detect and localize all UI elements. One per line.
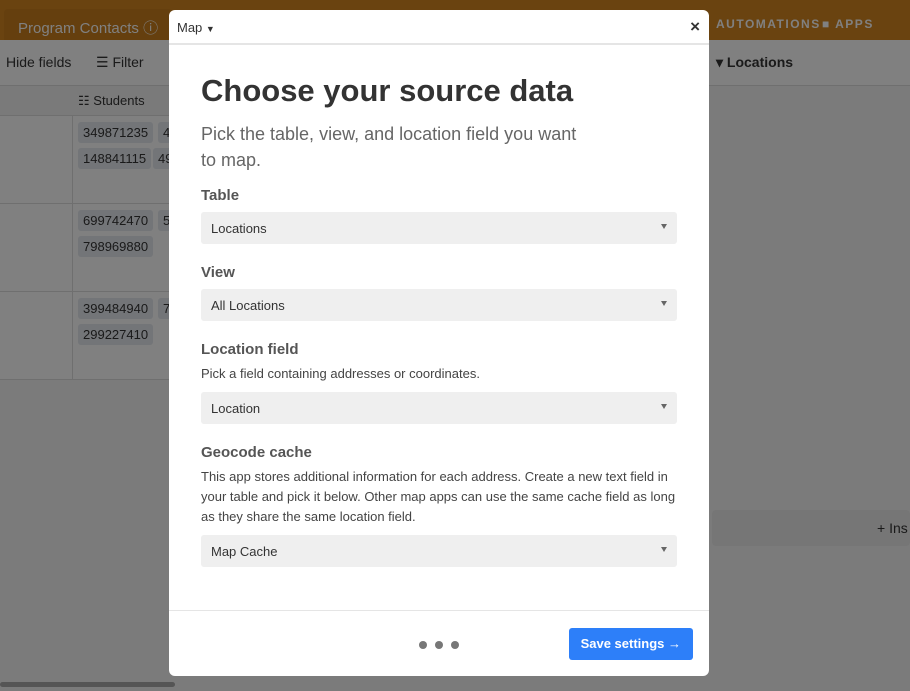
locations-label: Locations xyxy=(726,54,794,70)
filter-icon: ☰ xyxy=(96,54,113,70)
nav-apps[interactable]: ■ APPS xyxy=(822,17,874,31)
step-dot xyxy=(451,641,459,649)
caret-down-icon xyxy=(661,224,667,229)
horizontal-scrollbar[interactable] xyxy=(0,682,175,687)
caret-down-icon: ▼ xyxy=(205,24,215,34)
caret-down-icon xyxy=(661,301,667,306)
step-dot xyxy=(419,641,427,649)
geocode-cache-hint: This app stores additional information f… xyxy=(201,469,676,524)
location-field-label: Location field xyxy=(201,341,299,358)
table-tab[interactable]: Program Contacts ⓘ xyxy=(4,9,173,40)
save-settings-button[interactable]: Save settings → xyxy=(568,628,693,660)
record-chip[interactable]: 798969880 xyxy=(78,236,154,257)
column-header-students[interactable]: ☷ Students xyxy=(78,93,145,109)
view-label: View xyxy=(201,264,235,281)
location-field-hint: Pick a field containing addresses or coo… xyxy=(201,366,480,381)
info-icon: ⓘ xyxy=(143,20,159,37)
caret-down-icon xyxy=(661,404,667,409)
geocode-cache-select[interactable]: Map Cache xyxy=(201,535,677,567)
apps-icon: ■ xyxy=(822,17,836,31)
app-name: Map xyxy=(177,20,203,35)
step-dot xyxy=(435,641,443,649)
dialog-title: Choose your source data xyxy=(201,73,574,108)
record-chip[interactable]: 299227410 xyxy=(78,324,154,345)
insert-button[interactable]: + Ins xyxy=(712,510,910,546)
caret-down-icon xyxy=(661,547,667,552)
filter-button[interactable]: ☰ Filter xyxy=(96,54,144,71)
dialog-footer: Save settings → xyxy=(169,610,709,676)
view-select[interactable]: All Locations xyxy=(201,289,677,321)
location-field-value: Location xyxy=(211,401,261,416)
geocode-cache-value: Map Cache xyxy=(211,544,278,559)
app-menu[interactable]: Map ▼ xyxy=(177,20,215,35)
location-field-select[interactable]: Location xyxy=(201,392,677,424)
nav-apps-label: APPS xyxy=(835,17,874,31)
dialog-subtitle: Pick the table, view, and location field… xyxy=(201,124,577,170)
filter-label: Filter xyxy=(112,54,144,70)
close-icon[interactable]: × xyxy=(690,17,700,37)
view-select-value: All Locations xyxy=(211,298,285,313)
map-settings-dialog: Map ▼ × Choose your source data Pick the… xyxy=(169,10,709,676)
geocode-cache-label: Geocode cache xyxy=(201,444,312,461)
table-select[interactable]: Locations xyxy=(201,212,677,244)
record-chip[interactable]: 699742470 xyxy=(78,210,154,231)
table-select-value: Locations xyxy=(211,221,267,236)
hide-fields-button[interactable]: Hide fields xyxy=(6,54,71,70)
record-chip[interactable]: 399484940 xyxy=(78,298,154,319)
locations-panel-title[interactable]: ▾ Locations xyxy=(716,54,793,71)
dialog-header: Map ▼ × xyxy=(169,10,709,45)
column-header-label: Students xyxy=(93,93,145,108)
record-chip[interactable]: 349871235 xyxy=(78,122,154,143)
table-tab-label: Program Contacts xyxy=(18,20,139,37)
record-chip[interactable]: 148841115 xyxy=(78,148,152,169)
nav-automations[interactable]: AUTOMATIONS xyxy=(716,17,821,31)
table-label: Table xyxy=(201,187,240,204)
